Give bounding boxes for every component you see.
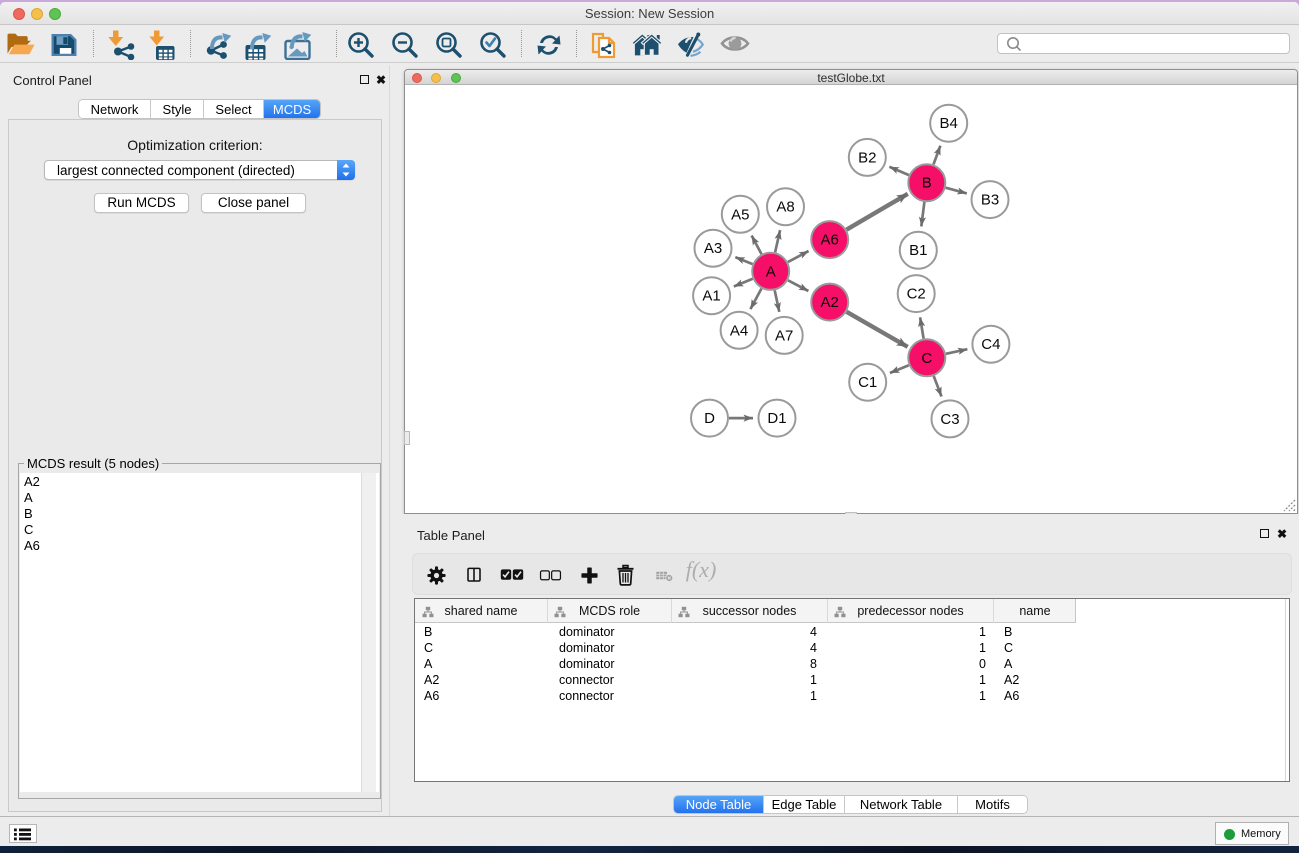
svg-text:D1: D1	[767, 410, 786, 427]
svg-text:A1: A1	[702, 288, 720, 305]
svg-text:D: D	[704, 410, 715, 427]
svg-text:A3: A3	[704, 240, 722, 257]
svg-text:C2: C2	[907, 286, 926, 303]
svg-text:A8: A8	[776, 199, 794, 216]
svg-text:B2: B2	[858, 149, 876, 166]
svg-text:A5: A5	[731, 206, 749, 223]
svg-text:B1: B1	[909, 242, 927, 259]
svg-text:A6: A6	[821, 232, 839, 249]
svg-text:C1: C1	[858, 374, 877, 391]
svg-text:A7: A7	[775, 327, 793, 344]
svg-text:C4: C4	[981, 336, 1000, 353]
svg-text:C: C	[921, 350, 932, 367]
svg-text:B: B	[922, 175, 932, 192]
svg-text:B4: B4	[940, 115, 958, 132]
svg-text:A4: A4	[730, 322, 748, 339]
svg-text:A2: A2	[821, 294, 839, 311]
svg-text:B3: B3	[981, 192, 999, 209]
svg-text:A: A	[766, 263, 776, 280]
svg-text:C3: C3	[940, 411, 959, 428]
